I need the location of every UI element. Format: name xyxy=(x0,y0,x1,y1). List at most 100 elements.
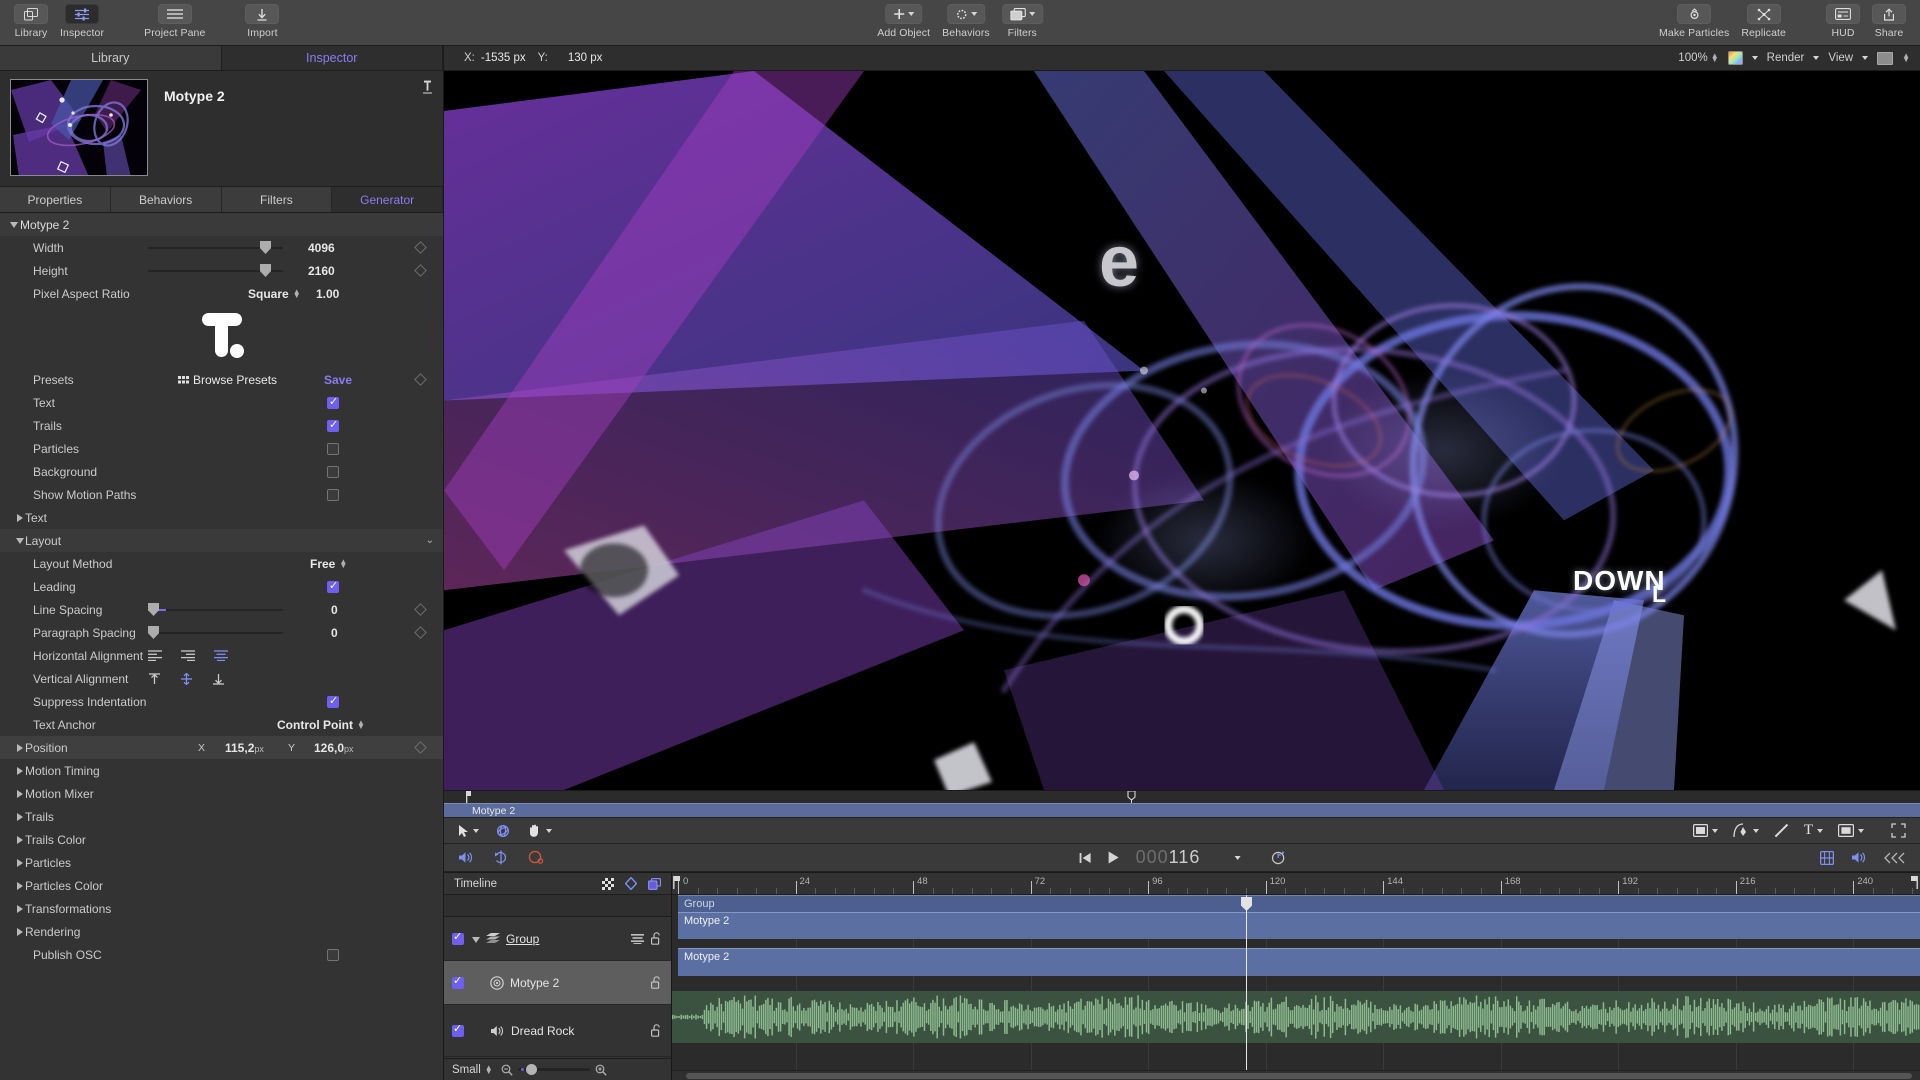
stepper-icon[interactable]: ▲▼ xyxy=(1902,54,1910,62)
zoom-track[interactable] xyxy=(518,1068,590,1071)
param-row-pixel-aspect-ratio[interactable]: Pixel Aspect Ratio Square ▲▼ 1.00 xyxy=(0,282,443,305)
timecode-display[interactable]: 000116 xyxy=(1136,847,1201,868)
line-spacing-slider[interactable] xyxy=(148,603,283,617)
layout-method-popup[interactable]: Free ▲▼ xyxy=(310,557,347,571)
param-row-line-spacing[interactable]: Line Spacing 0 xyxy=(0,598,443,621)
param-row-show-motion-paths[interactable]: Show Motion Paths xyxy=(0,483,443,506)
disclosure-triangle-right-icon[interactable] xyxy=(8,882,20,890)
align-bottom-icon[interactable] xyxy=(212,673,225,685)
track-bar-motype2-group[interactable]: Motype 2 xyxy=(678,912,1920,939)
param-row-leading[interactable]: Leading xyxy=(0,575,443,598)
bezier-pen-tool-icon[interactable] xyxy=(1733,823,1749,838)
replicate-button-box[interactable] xyxy=(1747,4,1781,24)
timeline-layer-dread-rock[interactable]: Dread Rock xyxy=(444,1005,671,1057)
tab-behaviors[interactable]: Behaviors xyxy=(111,187,222,212)
bezier-tool-group[interactable] xyxy=(1733,823,1759,838)
tab-generator[interactable]: Generator xyxy=(332,187,443,212)
disclosure-triangle-down-icon[interactable] xyxy=(472,932,480,946)
mask-tool-icon[interactable] xyxy=(1838,824,1854,837)
stepper-icon[interactable]: ▲▼ xyxy=(1711,54,1719,62)
disclosure-triangle-right-icon[interactable] xyxy=(8,514,20,522)
chevron-down-icon[interactable] xyxy=(1862,56,1868,60)
timeline-zoom-slider[interactable] xyxy=(501,1064,607,1076)
param-row-paragraph-spacing[interactable]: Paragraph Spacing 0 xyxy=(0,621,443,644)
canvas-mini-ruler[interactable] xyxy=(444,790,1920,803)
param-group-trails-color[interactable]: Trails Color xyxy=(0,828,443,851)
pixel-aspect-ratio-popup[interactable]: Square ▲▼ xyxy=(248,287,301,301)
param-value-line-spacing[interactable]: 0 xyxy=(331,603,338,617)
show-motion-paths-checkbox[interactable] xyxy=(327,489,339,501)
param-row-height[interactable]: Height 2160 xyxy=(0,259,443,282)
horizontal-alignment-buttons[interactable] xyxy=(148,650,228,661)
publish-osc-checkbox[interactable] xyxy=(327,949,339,961)
zoom-level-popup[interactable]: 100% ▲▼ xyxy=(1678,52,1718,64)
audio-toggle-icon[interactable] xyxy=(458,851,474,864)
keyframe-diamond-icon[interactable] xyxy=(414,241,427,254)
checkerboard-icon[interactable] xyxy=(602,878,614,890)
timeline-in-point-icon[interactable] xyxy=(673,876,681,889)
inspector-button-box[interactable] xyxy=(65,4,99,24)
chevron-down-icon[interactable] xyxy=(1813,56,1819,60)
retiming-tool-icon[interactable] xyxy=(1270,850,1285,865)
paint-stroke-tool-icon[interactable] xyxy=(1774,823,1789,838)
filters-button-box[interactable] xyxy=(1002,4,1043,24)
timeline-tracks[interactable]: Group Motype 2 Motype 2 xyxy=(672,895,1920,1070)
track-size-popup[interactable]: Small ▲▼ xyxy=(452,1064,493,1076)
pan-hand-tool-icon[interactable] xyxy=(527,823,542,838)
track-group-clip-row[interactable]: Motype 2 xyxy=(672,912,1920,939)
timeline-playhead[interactable] xyxy=(1246,895,1247,1070)
vertical-alignment-buttons[interactable] xyxy=(148,673,225,685)
timeline-ruler[interactable]: 024487296120144168192216240 xyxy=(672,873,1920,895)
share-toolbar-button[interactable]: Share xyxy=(1866,0,1912,39)
chevron-down-icon[interactable] xyxy=(1712,829,1718,833)
duplicate-icon[interactable] xyxy=(648,878,661,890)
project-pane-button-box[interactable] xyxy=(158,4,192,24)
layer-blend-icon[interactable] xyxy=(631,934,644,944)
play-button[interactable] xyxy=(1108,851,1120,864)
track-audio-row[interactable] xyxy=(672,991,1920,1043)
track-bar-audio[interactable] xyxy=(672,991,1920,1043)
shape-rectangle-tool-icon[interactable] xyxy=(1693,824,1708,837)
color-channel-icon[interactable] xyxy=(1728,51,1743,65)
param-group-layout[interactable]: Layout ⌄ xyxy=(0,529,443,552)
param-value-paragraph-spacing[interactable]: 0 xyxy=(331,626,338,640)
param-value-width[interactable]: 4096 xyxy=(308,241,335,255)
param-group-particles-color[interactable]: Particles Color xyxy=(0,874,443,897)
position-x-value[interactable]: 115,2px xyxy=(225,741,264,755)
text-anchor-popup[interactable]: Control Point ▲▼ xyxy=(277,718,365,732)
loop-toggle-icon[interactable] xyxy=(493,850,509,865)
align-left-icon[interactable] xyxy=(148,650,162,661)
stepper-icon[interactable]: ▲▼ xyxy=(357,721,365,729)
layer-enable-checkbox[interactable] xyxy=(452,1025,464,1037)
track-group-row[interactable]: Group xyxy=(672,895,1920,912)
filters-toolbar-button[interactable]: Filters xyxy=(996,0,1049,39)
audio-output-toggle-icon[interactable] xyxy=(1851,851,1867,864)
chevron-down-icon[interactable] xyxy=(971,12,977,16)
mini-in-point-icon[interactable] xyxy=(466,791,474,803)
tab-filters[interactable]: Filters xyxy=(222,187,333,212)
chevron-down-icon[interactable] xyxy=(1753,829,1759,833)
keyframe-diamond-icon[interactable] xyxy=(414,373,427,386)
param-row-background-toggle[interactable]: Background xyxy=(0,460,443,483)
track-motype2-row[interactable]: Motype 2 xyxy=(672,948,1920,976)
disclosure-triangle-right-icon[interactable] xyxy=(8,905,20,913)
behaviors-button-box[interactable] xyxy=(947,4,985,24)
width-slider[interactable] xyxy=(148,241,283,255)
layer-name-motype2[interactable]: Motype 2 xyxy=(510,976,559,990)
pixel-aspect-ratio-number[interactable]: 1.00 xyxy=(316,287,339,301)
chevron-down-icon[interactable] xyxy=(908,12,914,16)
chevron-down-icon[interactable] xyxy=(546,829,552,833)
make-particles-button-box[interactable] xyxy=(1677,4,1711,24)
param-row-publish-osc[interactable]: Publish OSC xyxy=(0,943,443,966)
replicate-toolbar-button[interactable]: Replicate xyxy=(1735,0,1792,39)
stepper-icon[interactable]: ▲▼ xyxy=(485,1066,493,1074)
zoom-in-icon[interactable] xyxy=(595,1064,607,1076)
leading-checkbox[interactable] xyxy=(327,581,339,593)
add-object-toolbar-button[interactable]: Add Object xyxy=(871,0,936,39)
stepper-icon[interactable]: ▲▼ xyxy=(339,560,347,568)
trails-checkbox[interactable] xyxy=(327,420,339,432)
track-bar-group[interactable]: Group xyxy=(678,895,1920,912)
layer-name-group[interactable]: Group xyxy=(506,932,539,946)
chevron-down-icon[interactable] xyxy=(473,829,479,833)
disclosure-triangle-right-icon[interactable] xyxy=(8,767,20,775)
